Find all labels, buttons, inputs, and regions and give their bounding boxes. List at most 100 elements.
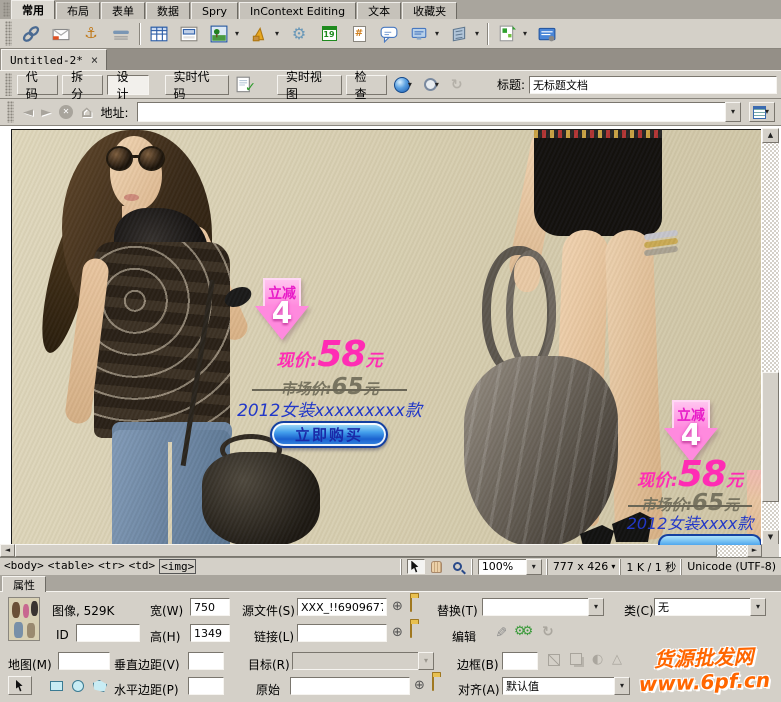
vspace-input[interactable]	[188, 652, 224, 670]
hyperlink-icon[interactable]	[19, 22, 43, 46]
insert-tab-text[interactable]: 文本	[357, 2, 401, 19]
browse-folder-icon[interactable]	[432, 676, 434, 690]
scroll-right-icon[interactable]: ►	[747, 544, 762, 557]
server-include-icon[interactable]: #	[347, 22, 371, 46]
tag-img-selected[interactable]: <img>	[159, 559, 196, 574]
alt-dropdown-icon[interactable]: ▾	[588, 598, 604, 616]
point-to-file-icon[interactable]: ⊕	[392, 600, 403, 613]
toolbar-grip[interactable]	[7, 101, 14, 123]
tag-table[interactable]: <table>	[48, 559, 94, 574]
alt-combo[interactable]: ▾	[482, 598, 604, 616]
tag-td[interactable]: <td>	[129, 559, 156, 574]
tag-chooser-icon[interactable]	[535, 22, 559, 46]
split-view-button[interactable]: 拆分	[62, 75, 103, 95]
scroll-up-icon[interactable]: ▲	[762, 128, 779, 143]
title-input[interactable]	[529, 76, 777, 94]
src-input[interactable]	[297, 598, 387, 616]
address-input[interactable]	[137, 102, 726, 122]
address-combo[interactable]: ▾	[137, 102, 742, 122]
id-input[interactable]	[76, 624, 140, 642]
code-view-button[interactable]: 代码	[17, 75, 58, 95]
tag-body[interactable]: <body>	[4, 559, 44, 574]
alt-value[interactable]	[482, 598, 588, 616]
email-link-icon[interactable]	[49, 22, 73, 46]
zoom-combo[interactable]: 100% ▾	[478, 559, 542, 575]
browse-folder-icon[interactable]	[410, 623, 412, 637]
image-icon[interactable]	[207, 22, 231, 46]
circle-hotspot-tool[interactable]	[72, 680, 84, 692]
media-icon[interactable]	[247, 22, 271, 46]
close-icon[interactable]: ×	[91, 53, 98, 67]
edit-pencil-icon[interactable]: ✎	[493, 626, 507, 638]
align-dropdown-icon[interactable]: ▾	[614, 677, 630, 695]
insert-tab-incontext[interactable]: InContext Editing	[239, 2, 356, 19]
zoom-tool[interactable]	[449, 559, 467, 574]
size-dropdown-icon[interactable]: ▾	[611, 563, 615, 571]
comment-icon[interactable]	[377, 22, 401, 46]
horizontal-scroll-thumb[interactable]	[15, 544, 717, 557]
vertical-scrollbar[interactable]: ▲ ▼	[762, 128, 779, 545]
dropdown-arrow[interactable]: ▾	[473, 30, 481, 38]
dropdown-arrow[interactable]: ▾	[521, 30, 529, 38]
view-options-button[interactable]: ▾	[749, 102, 775, 122]
spry-icon[interactable]	[495, 22, 519, 46]
widget-gear-icon[interactable]: ⚙	[287, 22, 311, 46]
select-tool[interactable]	[407, 559, 425, 574]
selected-image-element[interactable]: 立减 4 现价: 58 元 市场价: 65 元 2012女装xxxxxxxxx款…	[11, 129, 761, 545]
tag-tr[interactable]: <tr>	[98, 559, 125, 574]
inspect-button[interactable]: 检查	[346, 75, 387, 95]
browse-folder-icon[interactable]	[410, 597, 412, 611]
head-content-icon[interactable]	[407, 22, 431, 46]
toolbar-grip[interactable]	[5, 73, 12, 96]
insert-tab-common[interactable]: 常用	[11, 0, 55, 19]
pointer-hotspot-tool[interactable]	[8, 676, 32, 695]
toolbar-grip[interactable]	[3, 2, 10, 17]
hand-tool[interactable]	[428, 559, 446, 574]
rect-hotspot-tool[interactable]	[50, 681, 63, 691]
vertical-scroll-thumb[interactable]	[762, 372, 779, 502]
class-dropdown-icon[interactable]: ▾	[750, 598, 766, 616]
date-icon[interactable]: 19	[317, 22, 341, 46]
toolbar-grip[interactable]	[5, 21, 12, 46]
address-dropdown-icon[interactable]: ▾	[725, 102, 741, 122]
horizontal-scrollbar[interactable]: ◄ ►	[0, 544, 762, 557]
height-input[interactable]	[190, 624, 230, 642]
align-combo[interactable]: 默认值 ▾	[502, 677, 630, 695]
script-icon[interactable]	[447, 22, 471, 46]
point-to-file-icon[interactable]: ⊕	[414, 679, 425, 692]
window-size-cell[interactable]: 777 x 426 ▾	[547, 559, 621, 575]
original-input[interactable]	[290, 677, 410, 695]
polygon-hotspot-tool[interactable]	[93, 680, 107, 692]
named-anchor-icon[interactable]: ⚓	[79, 22, 103, 46]
scroll-down-icon[interactable]: ▼	[762, 530, 779, 545]
insert-tab-favorites[interactable]: 收藏夹	[402, 2, 457, 19]
validate-circle-icon[interactable]: ▾	[421, 75, 444, 95]
design-view-button[interactable]: 设计	[107, 75, 148, 95]
check-browser-icon[interactable]: ✓	[233, 75, 259, 95]
insert-tab-data[interactable]: 数据	[146, 2, 190, 19]
scroll-left-icon[interactable]: ◄	[0, 544, 15, 557]
insert-tab-spry[interactable]: Spry	[191, 2, 238, 19]
border-input[interactable]	[502, 652, 538, 670]
insert-div-icon[interactable]	[177, 22, 201, 46]
optimize-gears-icon[interactable]: ⚙⚙	[514, 625, 529, 638]
properties-tab[interactable]: 属性	[2, 576, 46, 592]
hspace-input[interactable]	[188, 677, 224, 695]
horizontal-rule-icon[interactable]	[109, 22, 133, 46]
point-to-file-icon[interactable]: ⊕	[392, 626, 403, 639]
live-code-button[interactable]: 实时代码	[165, 75, 230, 95]
link-input[interactable]	[297, 624, 387, 642]
insert-tab-forms[interactable]: 表单	[101, 2, 145, 19]
dropdown-arrow[interactable]: ▾	[433, 30, 441, 38]
table-icon[interactable]	[147, 22, 171, 46]
live-view-button[interactable]: 实时视图	[277, 75, 342, 95]
map-input[interactable]	[58, 652, 110, 670]
preview-globe-icon[interactable]: ▾	[391, 75, 417, 95]
insert-tab-layout[interactable]: 布局	[56, 2, 100, 19]
zoom-dropdown-icon[interactable]: ▾	[526, 559, 542, 575]
dropdown-arrow[interactable]: ▾	[233, 30, 241, 38]
class-combo[interactable]: 无 ▾	[654, 598, 766, 616]
width-input[interactable]	[190, 598, 230, 616]
discount-badge-number: 4	[255, 296, 309, 331]
dropdown-arrow[interactable]: ▾	[273, 30, 281, 38]
